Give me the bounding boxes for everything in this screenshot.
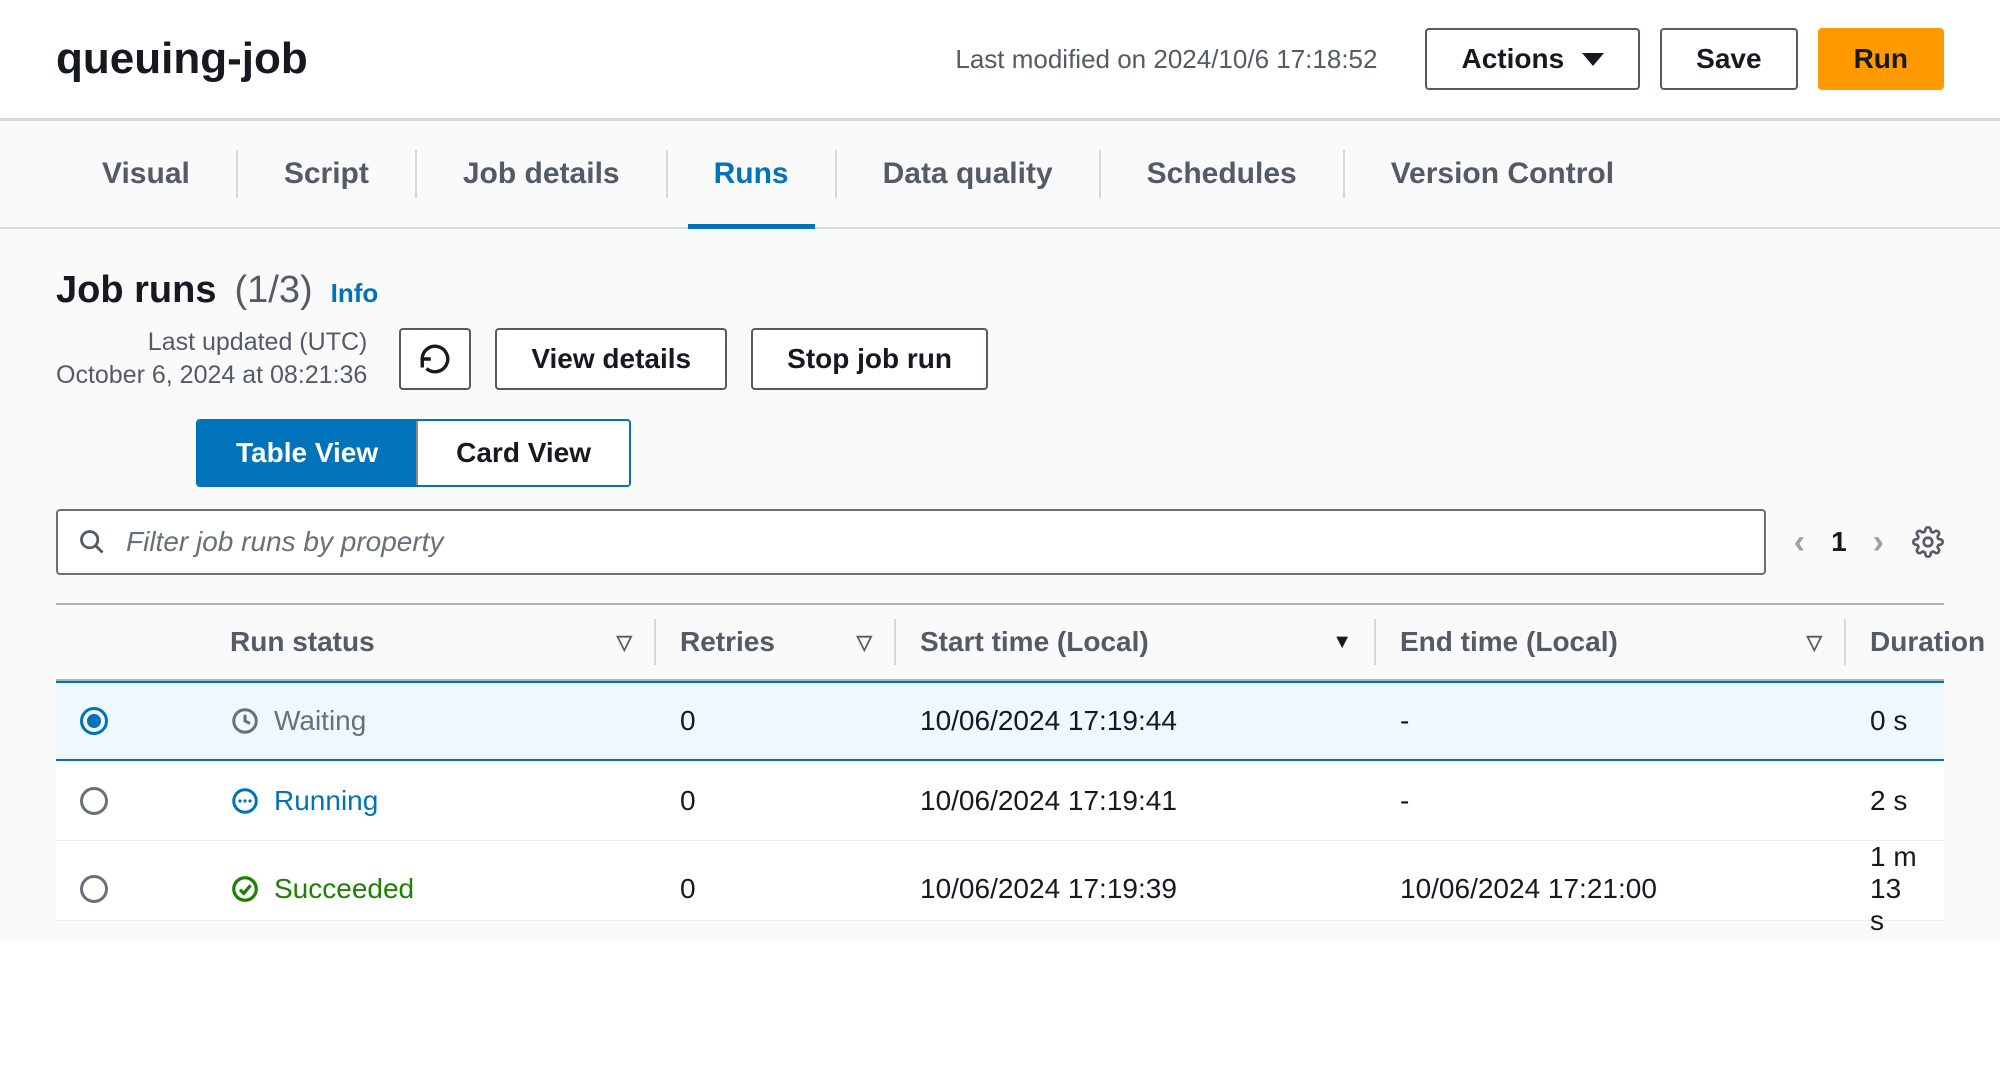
stop-job-button[interactable]: Stop job run bbox=[751, 328, 988, 390]
tab-details[interactable]: Job details bbox=[417, 121, 666, 227]
view-details-button[interactable]: View details bbox=[495, 328, 727, 390]
runs-table: Run status ▽ Retries ▽ Start time (Local… bbox=[56, 603, 1944, 921]
col-select bbox=[56, 605, 206, 679]
row-start-cell: 10/06/2024 17:19:41 bbox=[896, 785, 1376, 817]
section-title: Job runs bbox=[56, 269, 216, 312]
view-details-label: View details bbox=[531, 343, 691, 375]
row-status-text: Succeeded bbox=[274, 873, 414, 905]
col-retries[interactable]: Retries ▽ bbox=[656, 605, 896, 679]
row-radio[interactable] bbox=[80, 787, 108, 815]
col-run-status[interactable]: Run status ▽ bbox=[206, 605, 656, 679]
running-icon bbox=[230, 786, 260, 816]
row-retries-cell: 0 bbox=[656, 785, 896, 817]
row-end-cell: - bbox=[1376, 705, 1846, 737]
row-retries-cell: 0 bbox=[656, 873, 896, 905]
search-wrap[interactable] bbox=[56, 509, 1766, 575]
pager-page: 1 bbox=[1831, 526, 1847, 558]
row-duration-cell: 0 s bbox=[1846, 705, 1944, 737]
pager-prev-icon[interactable]: ‹ bbox=[1794, 525, 1805, 559]
last-updated-block: Last updated (UTC) October 6, 2024 at 08… bbox=[56, 326, 367, 391]
view-toggle-table[interactable]: Table View bbox=[198, 421, 416, 485]
view-toggle-card[interactable]: Card View bbox=[416, 421, 629, 485]
row-select-cell[interactable] bbox=[56, 875, 206, 903]
tab-runs[interactable]: Runs bbox=[668, 121, 835, 227]
col-end-time[interactable]: End time (Local) ▽ bbox=[1376, 605, 1846, 679]
pager-next-icon[interactable]: › bbox=[1873, 525, 1884, 559]
run-label: Run bbox=[1854, 43, 1908, 75]
refresh-button[interactable] bbox=[399, 328, 471, 390]
sort-icon: ▽ bbox=[1807, 630, 1822, 655]
stop-job-label: Stop job run bbox=[787, 343, 952, 375]
row-status-text: Running bbox=[274, 785, 378, 817]
tabs-bar: VisualScriptJob detailsRunsData qualityS… bbox=[0, 121, 2000, 229]
row-status-cell[interactable]: Running bbox=[206, 785, 656, 817]
row-duration-cell: 1 m 13 s bbox=[1846, 841, 1944, 937]
settings-gear-icon[interactable] bbox=[1912, 526, 1944, 558]
clock-icon bbox=[230, 706, 260, 736]
row-select-cell[interactable] bbox=[56, 707, 206, 735]
run-button[interactable]: Run bbox=[1818, 28, 1944, 90]
info-link[interactable]: Info bbox=[331, 278, 379, 309]
section-count: (1/3) bbox=[234, 269, 312, 312]
row-retries-cell: 0 bbox=[656, 705, 896, 737]
table-row[interactable]: Waiting 010/06/2024 17:19:44-0 s bbox=[56, 681, 1944, 761]
row-start-cell: 10/06/2024 17:19:39 bbox=[896, 873, 1376, 905]
pager: ‹ 1 › bbox=[1794, 525, 1884, 559]
tab-visual[interactable]: Visual bbox=[56, 121, 236, 227]
last-modified-text: Last modified on 2024/10/6 17:18:52 bbox=[955, 44, 1377, 75]
tab-script[interactable]: Script bbox=[238, 121, 415, 227]
actions-label: Actions bbox=[1461, 43, 1564, 75]
page-header: queuing-job Last modified on 2024/10/6 1… bbox=[0, 0, 2000, 121]
save-button[interactable]: Save bbox=[1660, 28, 1797, 90]
view-toggle: Table View Card View bbox=[196, 419, 631, 487]
table-row[interactable]: Running 010/06/2024 17:19:41-2 s bbox=[56, 761, 1944, 841]
sort-active-desc-icon: ▼ bbox=[1332, 631, 1352, 654]
sort-icon: ▽ bbox=[617, 630, 632, 655]
caret-down-icon bbox=[1582, 53, 1604, 66]
row-status-cell[interactable]: Succeeded bbox=[206, 873, 656, 905]
col-start-time-label: Start time (Local) bbox=[920, 626, 1149, 658]
row-select-cell[interactable] bbox=[56, 787, 206, 815]
col-retries-label: Retries bbox=[680, 626, 775, 658]
search-icon bbox=[78, 528, 106, 556]
job-title: queuing-job bbox=[56, 34, 308, 84]
last-updated-label: Last updated (UTC) bbox=[56, 326, 367, 359]
row-radio[interactable] bbox=[80, 707, 108, 735]
filter-input[interactable] bbox=[124, 525, 1744, 559]
row-status-cell[interactable]: Waiting bbox=[206, 705, 656, 737]
col-run-status-label: Run status bbox=[230, 626, 375, 658]
row-duration-cell: 2 s bbox=[1846, 785, 1944, 817]
table-header: Run status ▽ Retries ▽ Start time (Local… bbox=[56, 603, 1944, 681]
save-label: Save bbox=[1696, 43, 1761, 75]
col-start-time[interactable]: Start time (Local) ▼ bbox=[896, 605, 1376, 679]
col-duration-label: Duration bbox=[1870, 626, 1985, 658]
row-radio[interactable] bbox=[80, 875, 108, 903]
refresh-icon bbox=[418, 342, 452, 376]
table-row[interactable]: Succeeded 010/06/2024 17:19:3910/06/2024 … bbox=[56, 841, 1944, 921]
row-start-cell: 10/06/2024 17:19:44 bbox=[896, 705, 1376, 737]
row-end-cell: - bbox=[1376, 785, 1846, 817]
tab-sched[interactable]: Schedules bbox=[1101, 121, 1343, 227]
actions-button[interactable]: Actions bbox=[1425, 28, 1640, 90]
tab-version[interactable]: Version Control bbox=[1345, 121, 1660, 227]
tab-dq[interactable]: Data quality bbox=[837, 121, 1099, 227]
sort-icon: ▽ bbox=[857, 630, 872, 655]
check-circle-icon bbox=[230, 874, 260, 904]
row-end-cell: 10/06/2024 17:21:00 bbox=[1376, 873, 1846, 905]
col-duration[interactable]: Duration bbox=[1846, 605, 2000, 679]
col-end-time-label: End time (Local) bbox=[1400, 626, 1618, 658]
row-status-text: Waiting bbox=[274, 705, 366, 737]
last-updated-value: October 6, 2024 at 08:21:36 bbox=[56, 359, 367, 392]
